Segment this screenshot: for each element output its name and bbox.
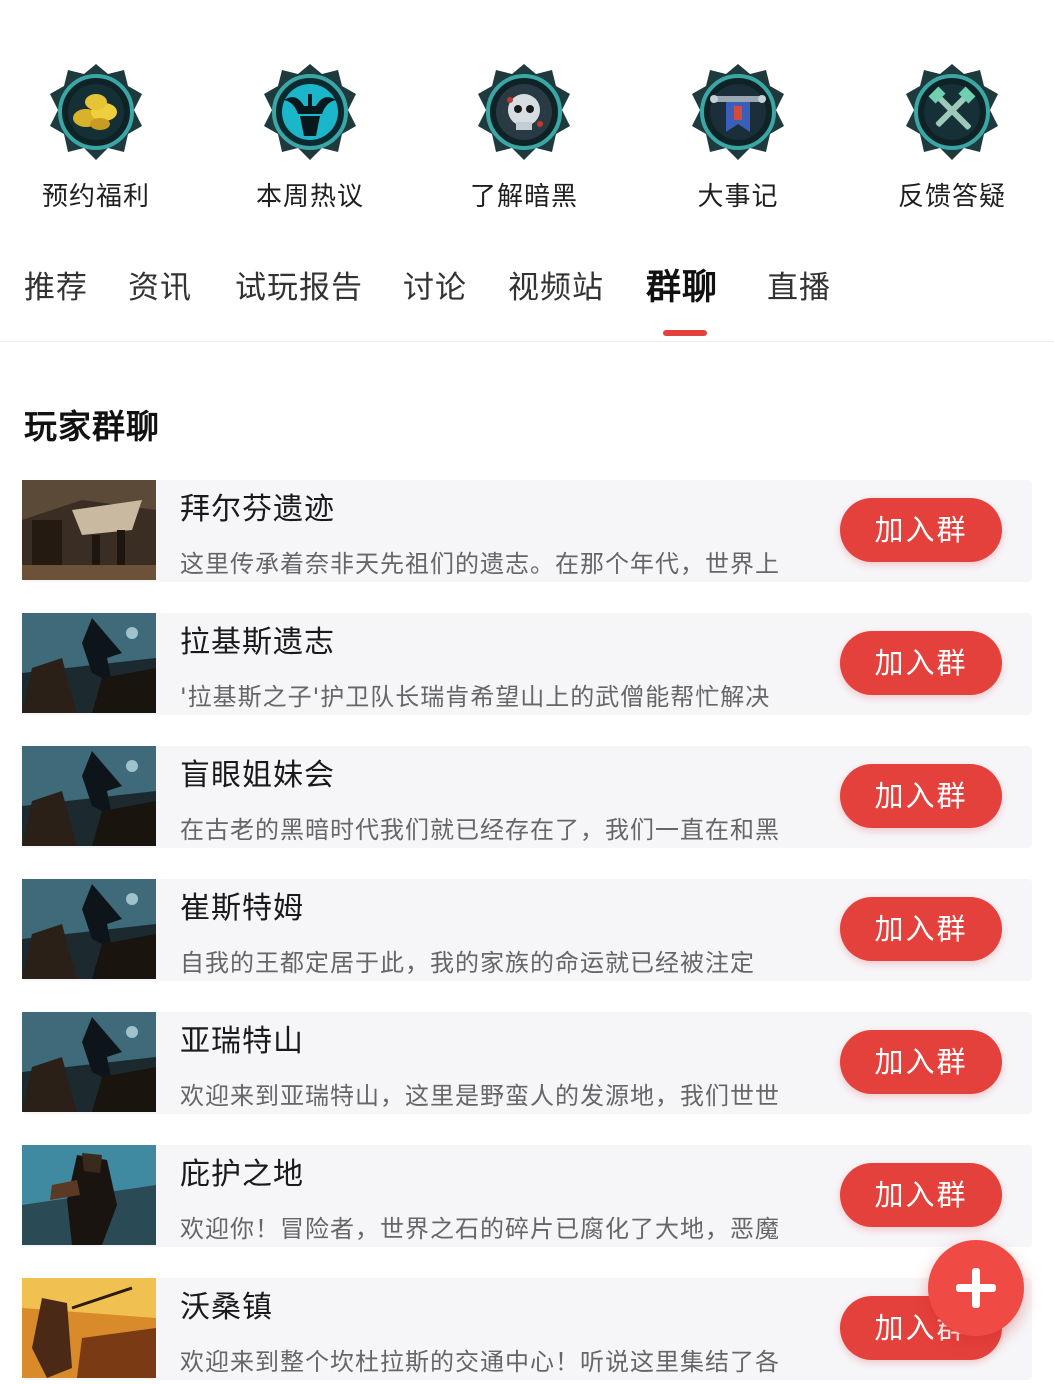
tab-bar: 推荐 资讯 试玩报告 讨论 视频站 群聊 直播 <box>0 250 1054 342</box>
section-title: 玩家群聊 <box>24 407 160 446</box>
group-row[interactable]: 盲眼姐妹会 在古老的黑暗时代我们就已经存在了，我们一直在和黑 加入群 <box>22 746 1032 848</box>
group-thumbnail <box>22 613 156 713</box>
group-row[interactable]: 沃桑镇 欢迎来到整个坎杜拉斯的交通中心！听说这里集结了各 加入群 <box>22 1278 1032 1380</box>
tab-group-chat[interactable]: 群聊 <box>646 259 718 310</box>
group-name: 盲眼姐妹会 <box>180 758 335 793</box>
shortcut-label: 预约福利 <box>41 182 150 212</box>
group-thumbnail <box>22 480 156 580</box>
create-post-button[interactable] <box>928 1240 1024 1336</box>
group-description: 自我的王都定居于此，我的家族的命运就已经被注定 <box>180 949 755 977</box>
shortcut-label: 本周热议 <box>255 182 364 212</box>
shortcut-label: 反馈答疑 <box>897 182 1006 212</box>
tab-video[interactable]: 视频站 <box>508 262 604 307</box>
group-thumbnail <box>22 1145 156 1245</box>
join-group-button[interactable]: 加入群 <box>840 897 1002 961</box>
group-description: 这里传承着奈非天先祖们的遗志。在那个年代，世界上 <box>180 550 780 578</box>
group-description: 在古老的黑暗时代我们就已经存在了，我们一直在和黑 <box>180 816 780 844</box>
banner-icon <box>688 62 788 162</box>
join-group-button[interactable]: 加入群 <box>840 631 1002 695</box>
group-name: 庇护之地 <box>180 1157 304 1192</box>
group-row[interactable]: 亚瑞特山 欢迎来到亚瑞特山，这里是野蛮人的发源地，我们世世 加入群 <box>22 1012 1032 1114</box>
group-description: '拉基斯之子'护卫队长瑞肯希望山上的武僧能帮忙解决 <box>180 683 771 711</box>
group-name: 亚瑞特山 <box>180 1024 304 1059</box>
group-thumbnail <box>22 879 156 979</box>
group-description: 欢迎来到整个坎杜拉斯的交通中心！听说这里集结了各 <box>180 1348 780 1376</box>
group-thumbnail <box>22 1278 156 1378</box>
group-thumbnail <box>22 1012 156 1112</box>
join-group-button[interactable]: 加入群 <box>840 1030 1002 1094</box>
group-row[interactable]: 庇护之地 欢迎你！冒险者，世界之石的碎片已腐化了大地，恶魔 加入群 <box>22 1145 1032 1247</box>
group-row[interactable]: 拜尔芬遗迹 这里传承着奈非天先祖们的遗志。在那个年代，世界上 加入群 <box>22 480 1032 582</box>
shortcut-reservation[interactable]: 预约福利 <box>0 62 196 213</box>
shortcut-weekly-hot[interactable]: 本周热议 <box>210 62 410 213</box>
app-screen: 预约福利 本周热议 了解暗黑 大事记 反馈答疑 推荐 资讯 试玩报告 讨论 视频… <box>0 0 1054 1384</box>
shortcut-label: 了解暗黑 <box>469 182 578 212</box>
group-description: 欢迎来到亚瑞特山，这里是野蛮人的发源地，我们世世 <box>180 1082 780 1110</box>
tab-playtest-report[interactable]: 试玩报告 <box>235 262 363 307</box>
join-group-button[interactable]: 加入群 <box>840 764 1002 828</box>
group-name: 拉基斯遗志 <box>180 625 335 660</box>
skull-icon <box>474 62 574 162</box>
demon-horns-icon <box>260 62 360 162</box>
tab-live[interactable]: 直播 <box>767 262 831 307</box>
group-name: 拜尔芬遗迹 <box>180 492 335 527</box>
join-group-button[interactable]: 加入群 <box>840 1163 1002 1227</box>
group-row[interactable]: 拉基斯遗志 '拉基斯之子'护卫队长瑞肯希望山上的武僧能帮忙解决 加入群 <box>22 613 1032 715</box>
group-name: 崔斯特姆 <box>180 891 304 926</box>
group-row[interactable]: 崔斯特姆 自我的王都定居于此，我的家族的命运就已经被注定 加入群 <box>22 879 1032 981</box>
group-name: 沃桑镇 <box>180 1290 273 1325</box>
shortcut-feedback[interactable]: 反馈答疑 <box>852 62 1052 213</box>
tab-recommend[interactable]: 推荐 <box>24 262 88 307</box>
shortcut-label: 大事记 <box>697 182 779 212</box>
group-description: 欢迎你！冒险者，世界之石的碎片已腐化了大地，恶魔 <box>180 1215 780 1243</box>
shortcut-learn-diablo[interactable]: 了解暗黑 <box>424 62 624 213</box>
join-group-button[interactable]: 加入群 <box>840 498 1002 562</box>
shortcut-timeline[interactable]: 大事记 <box>638 62 838 213</box>
tab-discussion[interactable]: 讨论 <box>403 262 467 307</box>
tab-news[interactable]: 资讯 <box>128 262 192 307</box>
active-tab-indicator <box>663 330 707 336</box>
group-thumbnail <box>22 746 156 846</box>
crossed-hammers-icon <box>902 62 1002 162</box>
shortcut-grid: 预约福利 本周热议 了解暗黑 大事记 反馈答疑 <box>0 62 1054 222</box>
gold-coins-icon <box>46 62 146 162</box>
